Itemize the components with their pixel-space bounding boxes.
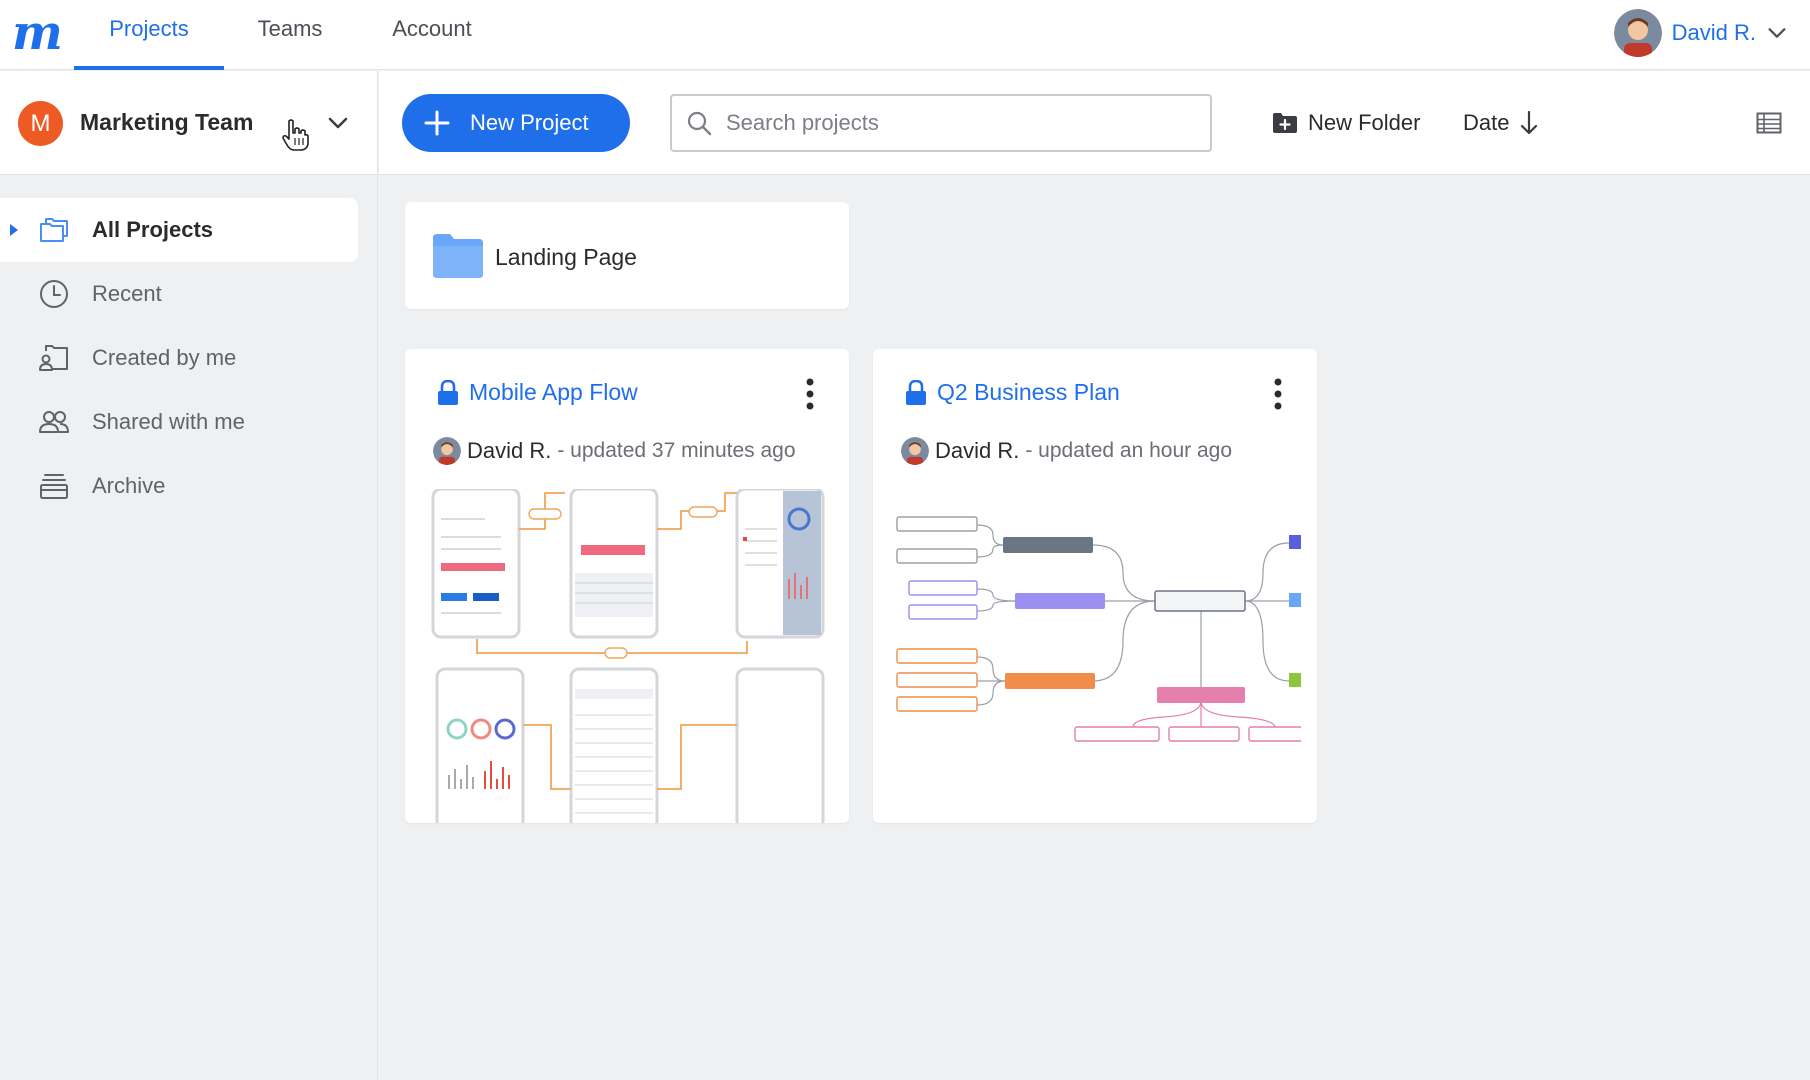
sidebar-item-created-by-me[interactable]: Created by me bbox=[0, 326, 358, 390]
project-meta: David R. - updated an hour ago bbox=[901, 437, 1232, 465]
app-logo[interactable]: m bbox=[12, 9, 63, 57]
tab-account[interactable]: Account bbox=[380, 0, 484, 70]
list-view-button[interactable] bbox=[1756, 97, 1782, 149]
sort-by-date-button[interactable]: Date bbox=[1463, 97, 1539, 149]
sidebar-item-archive[interactable]: Archive bbox=[0, 454, 358, 518]
plus-icon bbox=[424, 110, 450, 136]
sidebar-item-shared-with-me[interactable]: Shared with me bbox=[0, 390, 358, 454]
project-card[interactable]: Q2 Business Plan David R. - updated an h… bbox=[873, 349, 1317, 823]
more-options-icon[interactable] bbox=[805, 377, 815, 411]
tab-projects[interactable]: Projects bbox=[74, 0, 224, 70]
chevron-down-icon[interactable] bbox=[326, 111, 350, 135]
tab-teams[interactable]: Teams bbox=[240, 0, 340, 70]
new-project-button[interactable]: New Project bbox=[402, 94, 630, 152]
toolbar: New Project New Folder Date bbox=[379, 71, 1810, 175]
user-menu[interactable]: David R. bbox=[1613, 8, 1788, 58]
sidebar-item-recent[interactable]: Recent bbox=[0, 262, 358, 326]
search-box[interactable] bbox=[670, 94, 1212, 152]
avatar bbox=[901, 437, 929, 465]
folder-card[interactable]: Landing Page bbox=[405, 202, 849, 309]
new-folder-label: New Folder bbox=[1308, 110, 1421, 135]
avatar bbox=[1613, 9, 1662, 57]
lock-icon bbox=[438, 379, 458, 405]
sidebar-item-all-projects[interactable]: All Projects bbox=[0, 198, 358, 262]
chevron-down-icon bbox=[1768, 28, 1786, 38]
project-owner: David R. bbox=[467, 438, 552, 463]
sidebar-item-label: Shared with me bbox=[92, 409, 245, 434]
new-project-label: New Project bbox=[470, 110, 589, 135]
folder-name: Landing Page bbox=[495, 244, 637, 270]
project-title[interactable]: Mobile App Flow bbox=[437, 379, 638, 406]
new-folder-button[interactable]: New Folder bbox=[1272, 97, 1420, 149]
project-updated: - updated an hour ago bbox=[1025, 439, 1233, 462]
folder-icon bbox=[433, 234, 483, 278]
sort-label: Date bbox=[1463, 110, 1510, 135]
project-thumbnail bbox=[431, 489, 825, 823]
user-name: David R. bbox=[1671, 20, 1756, 45]
lock-icon bbox=[906, 379, 926, 405]
user-folder-icon bbox=[39, 345, 68, 371]
arrow-down-icon bbox=[1521, 110, 1538, 135]
project-card[interactable]: Mobile App Flow David R. - updated 37 mi… bbox=[405, 349, 849, 823]
team-avatar: M bbox=[18, 101, 63, 146]
project-title-text: Mobile App Flow bbox=[469, 379, 638, 405]
project-updated: - updated 37 minutes ago bbox=[557, 439, 796, 462]
clock-icon bbox=[40, 280, 68, 308]
folders-icon bbox=[40, 218, 68, 242]
sidebar-item-label: Created by me bbox=[92, 345, 237, 370]
project-owner: David R. bbox=[935, 438, 1020, 463]
team-selector[interactable]: M Marketing Team bbox=[0, 71, 378, 175]
more-options-icon[interactable] bbox=[1273, 377, 1283, 411]
sidebar-item-label: Recent bbox=[92, 281, 162, 306]
folder-plus-icon bbox=[1273, 113, 1297, 133]
avatar bbox=[433, 437, 461, 465]
top-nav: m Projects Teams Account David R. bbox=[0, 0, 1810, 70]
sidebar-item-label: Archive bbox=[92, 473, 166, 498]
hand-cursor-icon bbox=[282, 119, 309, 151]
project-title-text: Q2 Business Plan bbox=[937, 379, 1120, 405]
sidebar: All Projects Recent Created by me Shared… bbox=[0, 176, 378, 1080]
archive-icon bbox=[40, 474, 68, 499]
caret-right-icon bbox=[10, 224, 18, 236]
users-icon bbox=[39, 411, 69, 433]
sidebar-item-label: All Projects bbox=[92, 217, 214, 242]
project-thumbnail bbox=[896, 516, 1301, 742]
project-meta: David R. - updated 37 minutes ago bbox=[433, 437, 796, 465]
project-title[interactable]: Q2 Business Plan bbox=[905, 379, 1120, 406]
search-icon bbox=[687, 111, 712, 136]
list-view-icon bbox=[1756, 112, 1782, 134]
team-name: Marketing Team bbox=[80, 109, 254, 135]
search-input[interactable] bbox=[726, 110, 1186, 136]
